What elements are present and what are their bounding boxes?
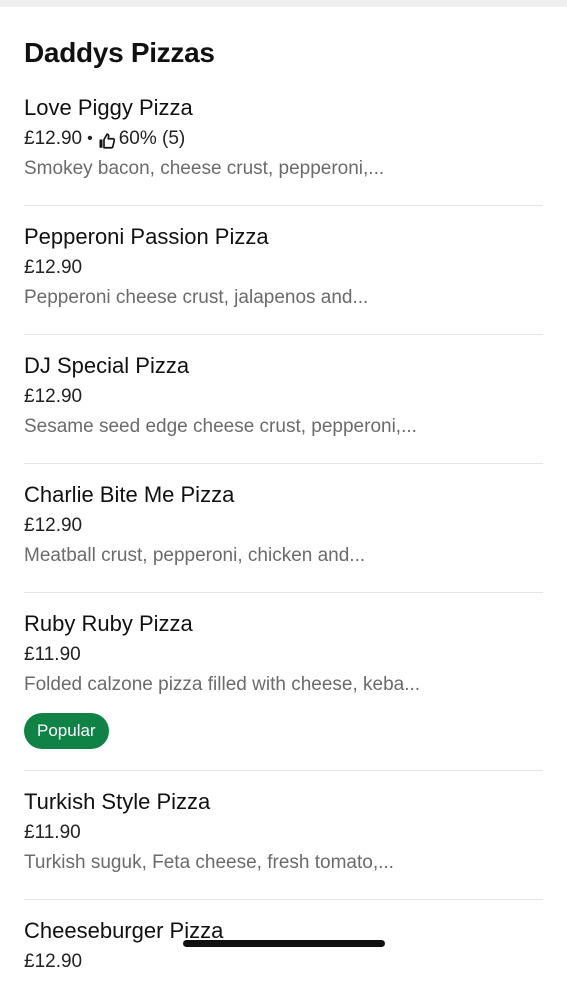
item-name: Love Piggy Pizza bbox=[24, 95, 193, 120]
item-name: Charlie Bite Me Pizza bbox=[24, 482, 235, 507]
price-row: £12.90 bbox=[24, 253, 543, 283]
item-description: Smokey bacon, cheese crust, pepperoni,..… bbox=[24, 158, 385, 179]
price-row: £11.90 bbox=[24, 818, 543, 848]
separator-dot: • bbox=[87, 130, 93, 147]
item-description: Meatball crust, pepperoni, chicken and..… bbox=[24, 545, 366, 566]
item-rating: 60% (5) bbox=[118, 128, 186, 149]
home-indicator[interactable] bbox=[183, 940, 385, 947]
item-description: Pepperoni cheese crust, jalapenos and... bbox=[24, 287, 369, 308]
menu-item-love-piggy-pizza[interactable]: Love Piggy Pizza £12.90 • 60% (5) Smokey… bbox=[24, 90, 543, 206]
menu-item-pepperoni-passion-pizza[interactable]: Pepperoni Passion Pizza £12.90 Pepperoni… bbox=[24, 206, 543, 335]
thumbs-up-icon bbox=[98, 130, 116, 149]
item-name: DJ Special Pizza bbox=[24, 353, 190, 378]
menu-item-turkish-style-pizza[interactable]: Turkish Style Pizza £11.90 Turkish suguk… bbox=[24, 771, 543, 900]
item-price: £12.90 bbox=[24, 257, 83, 278]
price-row: £12.90 bbox=[24, 382, 543, 412]
popular-badge: Popular bbox=[24, 713, 109, 749]
price-row: £12.90 • 60% (5) bbox=[24, 124, 543, 154]
menu-item-ruby-ruby-pizza[interactable]: Ruby Ruby Pizza £11.90 Folded calzone pi… bbox=[24, 593, 543, 771]
price-row: £11.90 bbox=[24, 640, 543, 670]
top-strip bbox=[0, 0, 567, 7]
item-price: £11.90 bbox=[24, 822, 81, 843]
item-description: Sesame seed edge cheese crust, pepperoni… bbox=[24, 416, 417, 437]
menu-item-dj-special-pizza[interactable]: DJ Special Pizza £12.90 Sesame seed edge… bbox=[24, 335, 543, 464]
item-name: Ruby Ruby Pizza bbox=[24, 611, 193, 636]
item-price: £12.90 bbox=[24, 128, 83, 149]
item-price: £12.90 bbox=[24, 515, 83, 536]
item-name: Pepperoni Passion Pizza bbox=[24, 224, 269, 249]
page-title: Daddys Pizzas bbox=[24, 37, 215, 68]
menu-list: Love Piggy Pizza £12.90 • 60% (5) Smokey… bbox=[24, 90, 543, 998]
item-description: Folded calzone pizza filled with cheese,… bbox=[24, 674, 421, 695]
item-description: Turkish suguk, Feta cheese, fresh tomato… bbox=[24, 852, 394, 873]
item-price: £12.90 bbox=[24, 951, 83, 972]
menu-item-charlie-bite-me-pizza[interactable]: Charlie Bite Me Pizza £12.90 Meatball cr… bbox=[24, 464, 543, 593]
menu-item-cheeseburger-pizza[interactable]: Cheeseburger Pizza £12.90 bbox=[24, 900, 543, 998]
price-row: £12.90 bbox=[24, 511, 543, 541]
item-price: £12.90 bbox=[24, 386, 83, 407]
price-row: £12.90 bbox=[24, 947, 543, 977]
item-name: Turkish Style Pizza bbox=[24, 789, 211, 814]
item-price: £11.90 bbox=[24, 644, 81, 665]
